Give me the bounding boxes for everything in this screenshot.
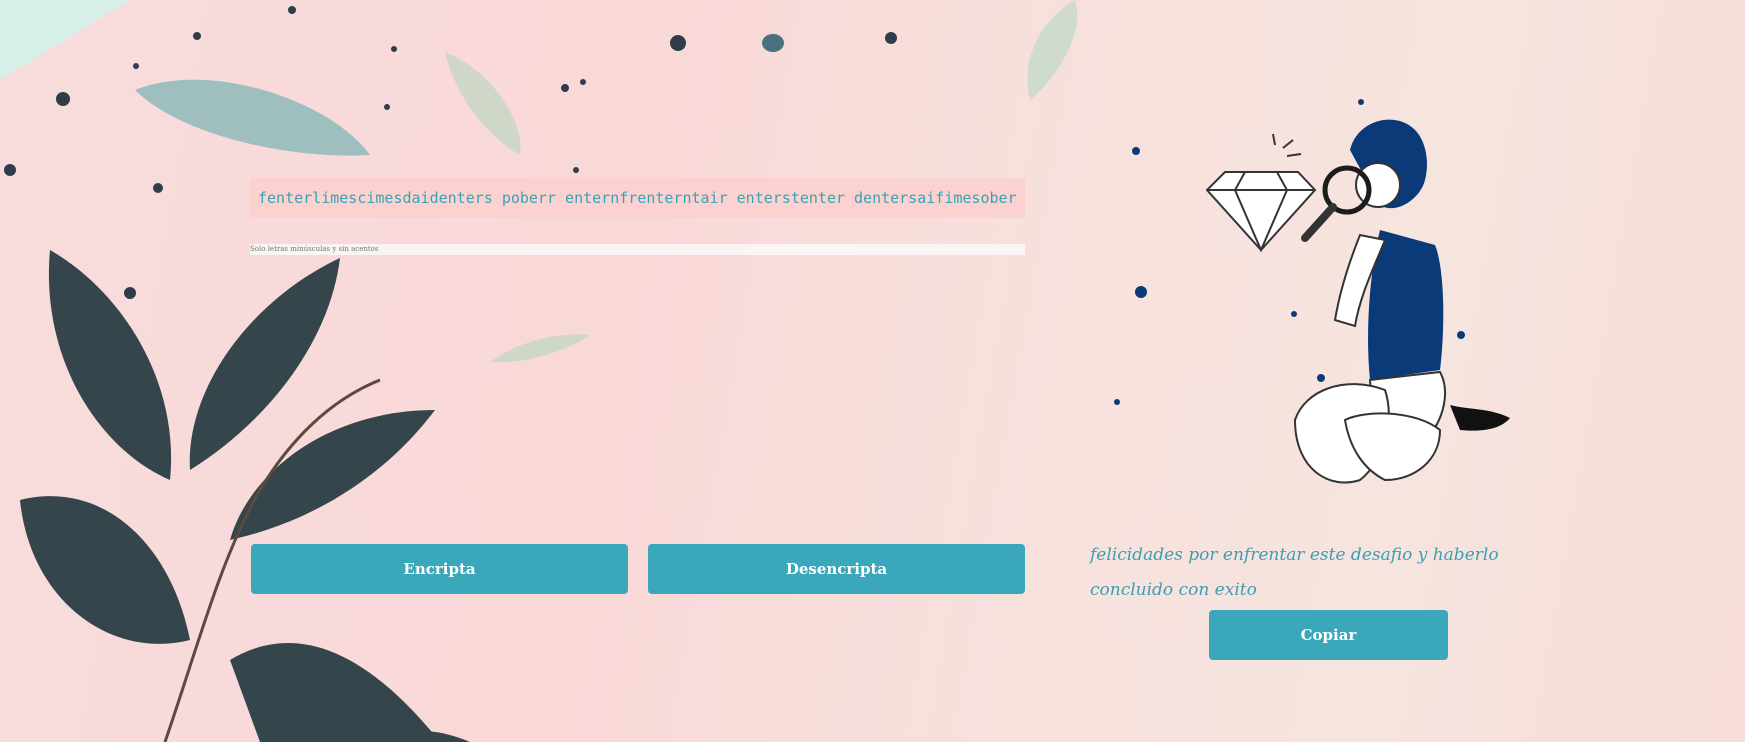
encrypt-button[interactable]: Encripta — [251, 544, 628, 594]
result-text: felicidades por enfrentar este desafio y… — [1090, 545, 1499, 600]
input-hint: Solo letras minúsculas y sin acentos — [250, 244, 1025, 255]
magnifier-person-illustration — [1114, 99, 1510, 484]
text-input[interactable]: fenterlimescimesdaidenters poberr entern… — [250, 178, 1025, 218]
decrypt-button[interactable]: Desencripta — [648, 544, 1025, 594]
copy-button[interactable]: Copiar — [1209, 610, 1448, 660]
